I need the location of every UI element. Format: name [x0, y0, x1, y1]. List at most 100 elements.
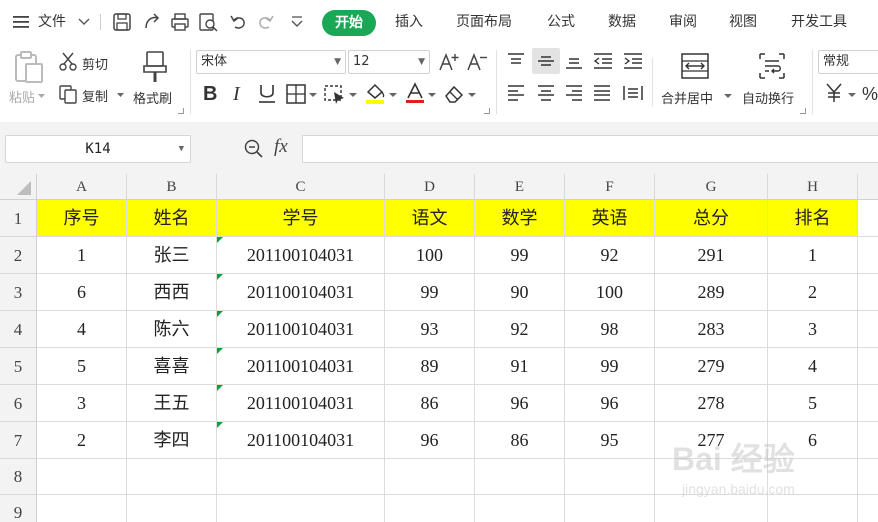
header-cell[interactable]: 排名 [768, 200, 858, 237]
column-header-c[interactable]: C [217, 174, 385, 200]
tab-home[interactable]: 开始 [322, 10, 376, 36]
column-header-b[interactable]: B [127, 174, 217, 200]
header-cell[interactable]: 语文 [385, 200, 475, 237]
data-cell[interactable]: 278 [655, 385, 768, 422]
cell-style-dropdown-icon[interactable] [349, 92, 357, 98]
data-cell[interactable]: 100 [385, 237, 475, 274]
data-cell[interactable]: 王五 [127, 385, 217, 422]
data-cell[interactable]: 201100104031 [217, 348, 385, 385]
data-cell[interactable]: 283 [655, 311, 768, 348]
cell-style-icon[interactable] [324, 84, 346, 104]
data-cell[interactable]: 93 [385, 311, 475, 348]
bold-icon[interactable]: B [200, 82, 220, 104]
data-cell[interactable]: 6 [37, 274, 127, 311]
header-cell[interactable]: 姓名 [127, 200, 217, 237]
data-cell[interactable]: 91 [475, 348, 565, 385]
wrap-text-icon[interactable] [758, 52, 786, 80]
cell[interactable] [858, 274, 878, 311]
export-pdf-icon[interactable] [142, 12, 162, 32]
data-cell[interactable]: 陈六 [127, 311, 217, 348]
cell[interactable] [475, 495, 565, 522]
data-cell[interactable]: 86 [385, 385, 475, 422]
merge-center-icon[interactable] [680, 52, 710, 80]
cell[interactable] [475, 459, 565, 495]
data-cell[interactable]: 289 [655, 274, 768, 311]
clipboard-group-launcher[interactable] [178, 108, 184, 114]
cell[interactable] [217, 495, 385, 522]
data-cell[interactable]: 5 [37, 348, 127, 385]
file-menu[interactable]: 文件 [38, 0, 66, 44]
hamburger-menu-icon[interactable] [12, 14, 30, 30]
row-header-5[interactable]: 5 [0, 348, 37, 385]
percent-icon[interactable]: % [862, 82, 878, 104]
data-cell[interactable]: 96 [475, 385, 565, 422]
header-cell[interactable]: 序号 [37, 200, 127, 237]
cut-button[interactable]: 剪切 [82, 54, 108, 73]
data-cell[interactable]: 92 [565, 237, 655, 274]
data-cell[interactable]: 201100104031 [217, 274, 385, 311]
data-cell[interactable]: 100 [565, 274, 655, 311]
cell[interactable] [565, 459, 655, 495]
increase-indent-icon[interactable] [622, 52, 644, 70]
column-header-h[interactable]: H [768, 174, 858, 200]
clear-format-icon[interactable] [443, 84, 465, 104]
cell[interactable] [858, 459, 878, 495]
align-top-icon[interactable] [506, 52, 526, 70]
align-bottom-icon[interactable] [564, 52, 584, 70]
decrease-font-size-icon[interactable] [466, 52, 488, 72]
increase-font-size-icon[interactable] [438, 52, 460, 72]
borders-dropdown-icon[interactable] [309, 92, 317, 98]
font-name-select[interactable]: 宋体 ▼ [196, 50, 346, 74]
font-color-dropdown-icon[interactable] [428, 92, 436, 98]
copy-dropdown-icon[interactable] [116, 91, 125, 99]
header-cell[interactable]: 数学 [475, 200, 565, 237]
cell[interactable] [37, 459, 127, 495]
cell[interactable] [127, 459, 217, 495]
cell[interactable] [858, 348, 878, 385]
align-center-icon[interactable] [536, 84, 556, 102]
copy-icon[interactable] [58, 84, 78, 104]
cell[interactable] [858, 385, 878, 422]
format-painter-button[interactable]: 格式刷 [133, 88, 172, 107]
tab-data[interactable]: 数据 [608, 0, 636, 44]
distributed-align-icon[interactable] [622, 84, 644, 102]
align-left-icon[interactable] [506, 84, 526, 102]
data-cell[interactable]: 96 [565, 385, 655, 422]
data-cell[interactable]: 2 [768, 274, 858, 311]
tab-formulas[interactable]: 公式 [547, 0, 575, 44]
data-cell[interactable]: 3 [37, 385, 127, 422]
data-cell[interactable]: 2 [37, 422, 127, 459]
data-cell[interactable]: 201100104031 [217, 385, 385, 422]
row-header-8[interactable]: 8 [0, 459, 37, 495]
data-cell[interactable]: 89 [385, 348, 475, 385]
data-cell[interactable]: 张三 [127, 237, 217, 274]
data-cell[interactable]: 279 [655, 348, 768, 385]
wrap-text-button[interactable]: 自动换行 [742, 88, 794, 107]
row-header-7[interactable]: 7 [0, 422, 37, 459]
tab-review[interactable]: 审阅 [669, 0, 697, 44]
data-cell[interactable]: 96 [385, 422, 475, 459]
cell[interactable] [385, 495, 475, 522]
column-header-a[interactable]: A [37, 174, 127, 200]
paste-icon[interactable] [12, 50, 46, 84]
merge-center-button[interactable]: 合并居中 [661, 88, 713, 107]
font-color-icon[interactable] [404, 82, 426, 104]
data-cell[interactable]: 99 [565, 348, 655, 385]
decrease-indent-icon[interactable] [592, 52, 614, 70]
currency-icon[interactable] [824, 82, 844, 104]
fill-color-dropdown-icon[interactable] [389, 92, 397, 98]
customize-toolbar-icon[interactable] [290, 16, 304, 28]
formula-input[interactable] [302, 135, 878, 163]
row-header-4[interactable]: 4 [0, 311, 37, 348]
paste-button[interactable]: 粘贴 [9, 87, 35, 106]
chevron-down-icon[interactable] [78, 17, 90, 27]
cell[interactable] [858, 495, 878, 522]
data-cell[interactable]: 201100104031 [217, 311, 385, 348]
row-header-6[interactable]: 6 [0, 385, 37, 422]
font-group-launcher[interactable] [484, 108, 490, 114]
data-cell[interactable]: 3 [768, 311, 858, 348]
data-cell[interactable]: 李四 [127, 422, 217, 459]
fill-color-icon[interactable] [364, 82, 386, 104]
data-cell[interactable]: 4 [768, 348, 858, 385]
data-cell[interactable]: 西西 [127, 274, 217, 311]
